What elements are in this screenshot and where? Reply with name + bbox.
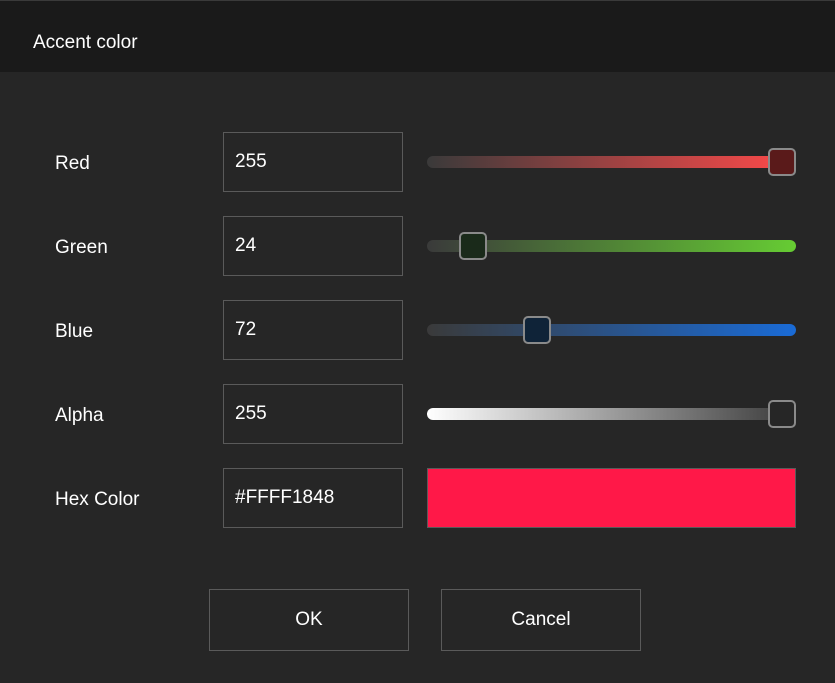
alpha-label: Alpha bbox=[55, 405, 104, 426]
title-bar: Accent color bbox=[0, 0, 835, 72]
alpha-slider-track bbox=[427, 408, 796, 420]
color-preview-swatch bbox=[427, 468, 796, 528]
alpha-slider[interactable] bbox=[427, 400, 796, 428]
red-label: Red bbox=[55, 153, 90, 174]
accent-color-dialog: Accent color Red 255 Green 24 Blue 72 Al… bbox=[0, 0, 835, 683]
red-slider-thumb[interactable] bbox=[768, 148, 796, 176]
green-input[interactable]: 24 bbox=[223, 216, 403, 276]
green-slider-thumb[interactable] bbox=[459, 232, 488, 260]
hex-color-label: Hex Color bbox=[55, 489, 140, 510]
alpha-input[interactable]: 255 bbox=[223, 384, 403, 444]
red-slider[interactable] bbox=[427, 148, 796, 176]
cancel-button[interactable]: Cancel bbox=[441, 589, 641, 651]
ok-button[interactable]: OK bbox=[209, 589, 409, 651]
blue-slider[interactable] bbox=[427, 316, 796, 344]
green-slider[interactable] bbox=[427, 232, 796, 260]
green-label: Green bbox=[55, 237, 108, 258]
red-input[interactable]: 255 bbox=[223, 132, 403, 192]
red-slider-track bbox=[427, 156, 796, 168]
alpha-slider-thumb[interactable] bbox=[768, 400, 796, 428]
hex-color-input[interactable]: #FFFF1848 bbox=[223, 468, 403, 528]
blue-slider-track bbox=[427, 324, 796, 336]
blue-label: Blue bbox=[55, 321, 94, 342]
blue-slider-thumb[interactable] bbox=[523, 316, 552, 344]
blue-input[interactable]: 72 bbox=[223, 300, 403, 360]
dialog-title: Accent color bbox=[33, 32, 138, 53]
